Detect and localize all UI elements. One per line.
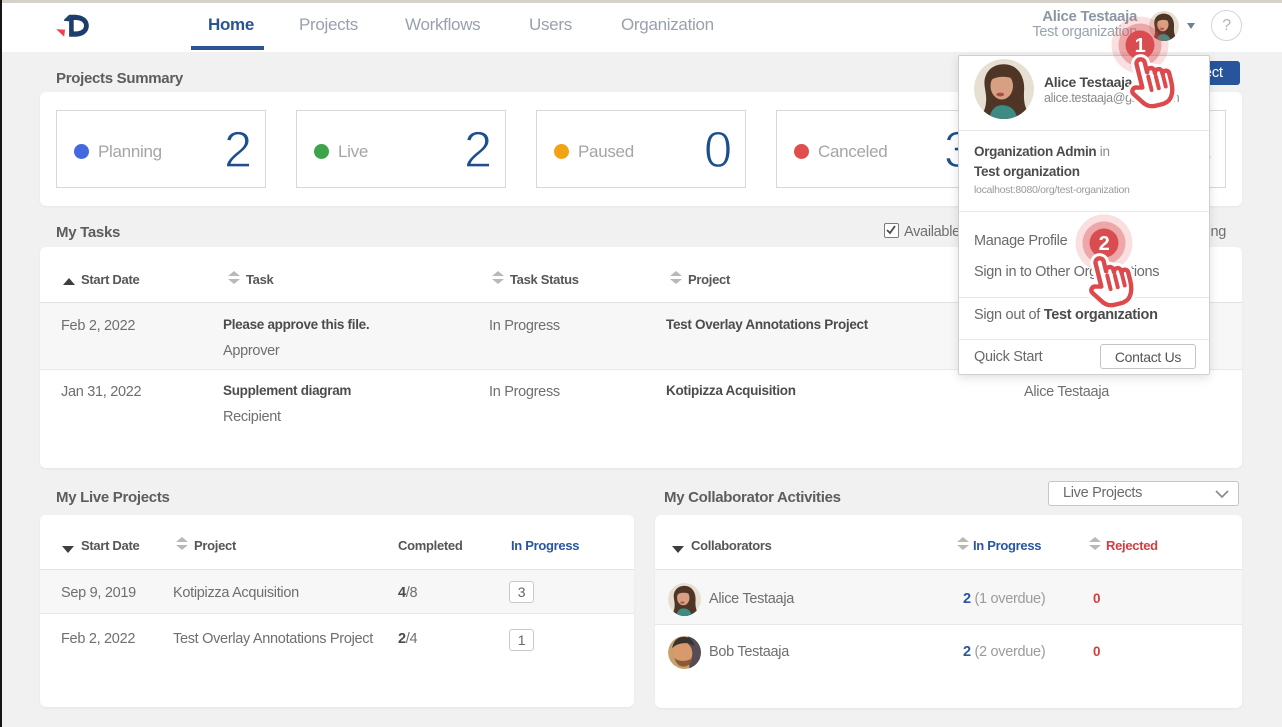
svg-text:1: 1 bbox=[1135, 35, 1146, 57]
svg-text:2: 2 bbox=[1099, 233, 1110, 255]
